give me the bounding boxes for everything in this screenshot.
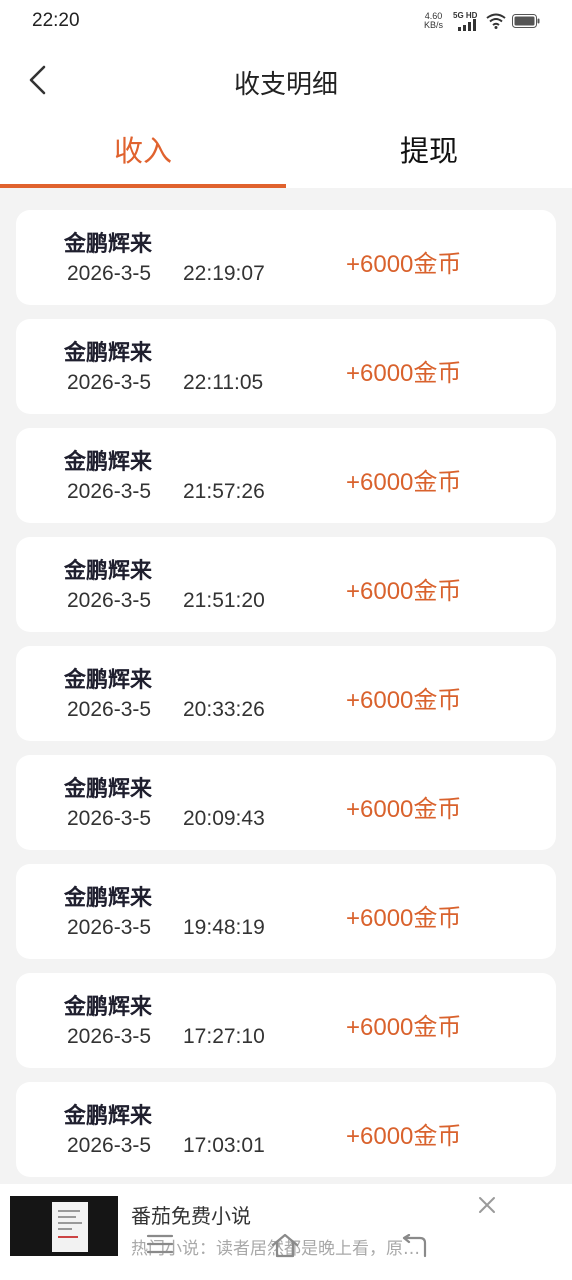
record-card: 金鹏辉来 2026-3-5 17:27:10 +6000金币	[16, 973, 556, 1068]
ad-thumbnail-document	[52, 1202, 88, 1252]
record-date: 2026-3-5	[67, 1025, 152, 1048]
ad-thumbnail	[10, 1196, 118, 1256]
record-card: 金鹏辉来 2026-3-5 19:48:19 +6000金币	[16, 864, 556, 959]
record-name: 金鹏辉来	[64, 232, 153, 257]
record-amount: +6000金币	[346, 687, 462, 714]
back-arrow-icon[interactable]	[398, 1234, 428, 1258]
record-time: 22:19:07	[183, 262, 265, 285]
record-time: 19:48:19	[183, 916, 265, 939]
record-time: 17:03:01	[183, 1134, 265, 1157]
network-speed: 4.60 KB/s	[424, 12, 443, 30]
record-time: 21:57:26	[183, 480, 265, 503]
status-time: 22:20	[32, 10, 80, 31]
record-amount: +6000金币	[346, 469, 462, 496]
close-icon	[479, 1197, 495, 1213]
record-name: 金鹏辉来	[64, 668, 153, 693]
tab-bar: 收入 提现	[0, 116, 572, 188]
wifi-icon	[486, 13, 506, 29]
record-card: 金鹏辉来 2026-3-5 21:51:20 +6000金币	[16, 537, 556, 632]
status-bar: 22:20 4.60 KB/s 5G HD	[0, 0, 572, 44]
record-card: 金鹏辉来 2026-3-5 22:19:07 +6000金币	[16, 210, 556, 305]
record-amount: +6000金币	[346, 360, 462, 387]
record-name: 金鹏辉来	[64, 559, 153, 584]
record-card: 金鹏辉来 2026-3-5 22:11:05 +6000金币	[16, 319, 556, 414]
record-amount: +6000金币	[346, 905, 462, 932]
tab-active-indicator	[0, 184, 286, 188]
record-date: 2026-3-5	[67, 589, 152, 612]
ad-close-button[interactable]	[474, 1192, 500, 1218]
record-time: 22:11:05	[183, 371, 264, 394]
record-date: 2026-3-5	[67, 1134, 152, 1157]
record-date: 2026-3-5	[67, 698, 152, 721]
record-name: 金鹏辉来	[64, 341, 153, 366]
record-date: 2026-3-5	[67, 916, 152, 939]
record-date: 2026-3-5	[67, 262, 152, 285]
record-name: 金鹏辉来	[64, 450, 153, 475]
home-icon[interactable]	[270, 1232, 300, 1258]
record-date: 2026-3-5	[67, 371, 152, 394]
record-time: 20:09:43	[183, 807, 265, 830]
record-card: 金鹏辉来 2026-3-5 20:33:26 +6000金币	[16, 646, 556, 741]
record-date: 2026-3-5	[67, 480, 152, 503]
record-time: 20:33:26	[183, 698, 265, 721]
signal-icon	[458, 19, 476, 31]
tab-withdraw[interactable]: 提现	[286, 116, 572, 188]
header: 收支明细	[0, 44, 572, 116]
record-date: 2026-3-5	[67, 807, 152, 830]
record-name: 金鹏辉来	[64, 1104, 153, 1129]
record-amount: +6000金币	[346, 1123, 462, 1150]
record-amount: +6000金币	[346, 1014, 462, 1041]
record-name: 金鹏辉来	[64, 886, 153, 911]
record-card: 金鹏辉来 2026-3-5 21:57:26 +6000金币	[16, 428, 556, 523]
battery-icon	[512, 14, 540, 28]
record-amount: +6000金币	[346, 796, 462, 823]
record-name: 金鹏辉来	[64, 777, 153, 802]
record-card: 金鹏辉来 2026-3-5 20:09:43 +6000金币	[16, 755, 556, 850]
menu-icon[interactable]	[146, 1233, 174, 1255]
tab-income[interactable]: 收入	[0, 116, 286, 188]
network-speed-unit: KB/s	[424, 20, 444, 30]
record-amount: +6000金币	[346, 578, 462, 605]
record-time: 21:51:20	[183, 589, 265, 612]
record-amount: +6000金币	[346, 251, 462, 278]
record-time: 17:27:10	[183, 1025, 265, 1048]
ad-title: 番茄免费小说	[131, 1204, 251, 1228]
record-name: 金鹏辉来	[64, 995, 153, 1020]
record-card: 金鹏辉来 2026-3-5 17:03:01 +6000金币	[16, 1082, 556, 1177]
page-title: 收支明细	[233, 70, 338, 100]
